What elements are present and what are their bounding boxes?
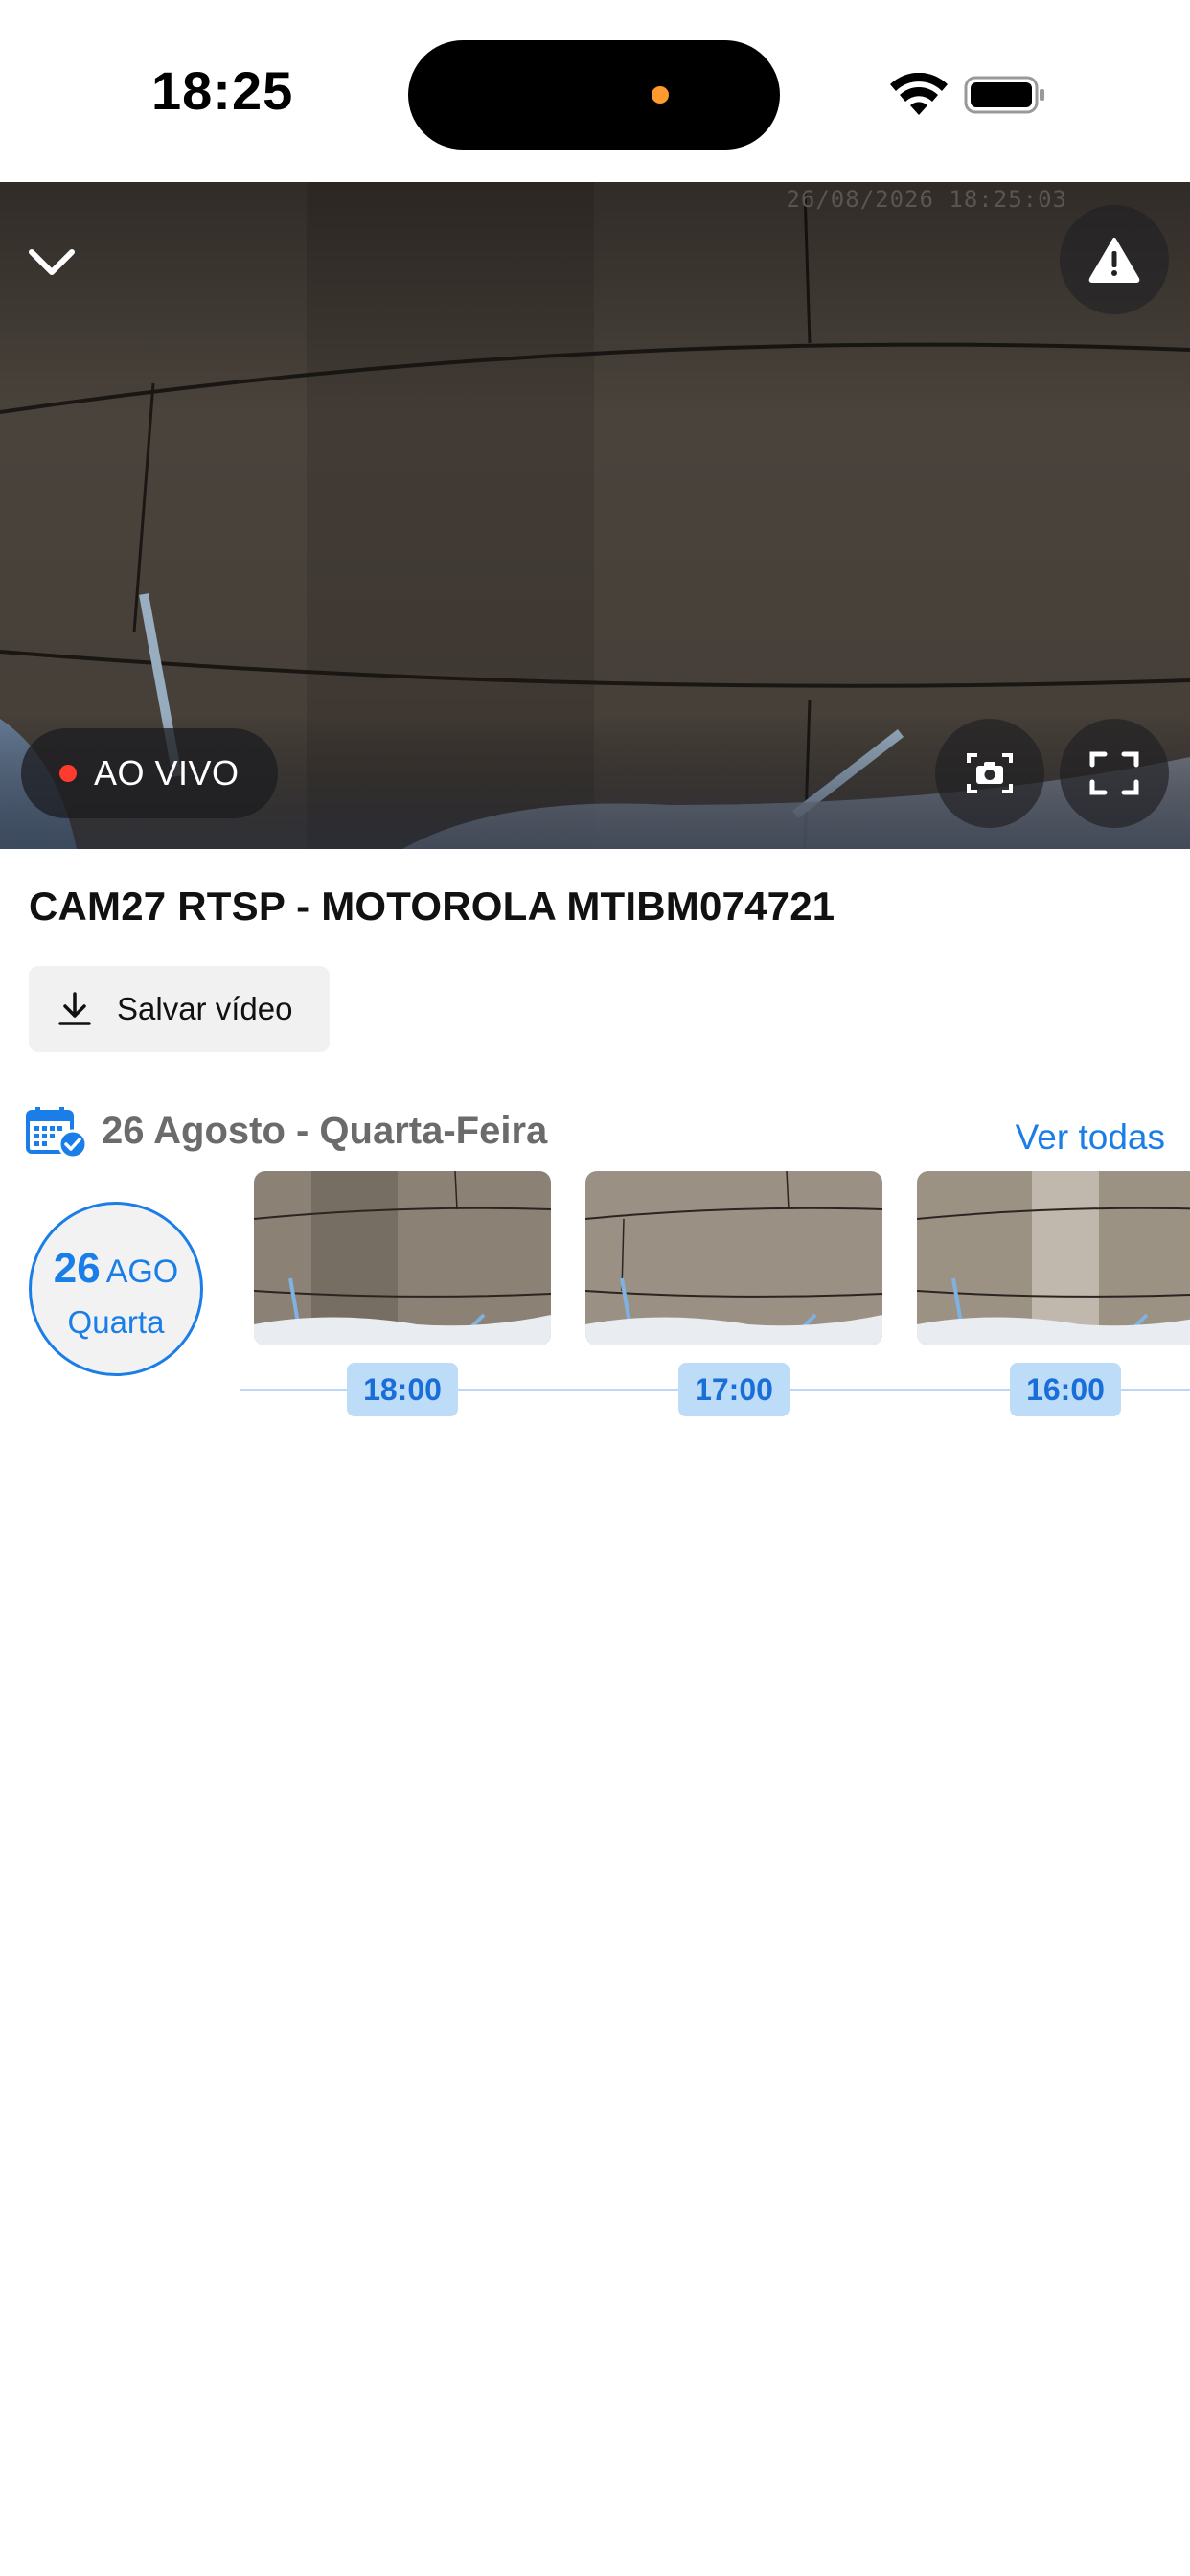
save-video-button[interactable]: Salvar vídeo: [29, 966, 330, 1052]
alert-button[interactable]: [1060, 205, 1169, 314]
calendar-check-icon: [26, 1107, 88, 1160]
recording-preview-image: [917, 1171, 1190, 1346]
camera-title: CAM27 RTSP - MOTOROLA MTIBM074721: [29, 884, 835, 929]
battery-icon: [964, 76, 1044, 114]
camera-indicator-dot: [652, 86, 669, 104]
time-chip[interactable]: 18:00: [347, 1363, 458, 1416]
status-time: 18:25: [151, 60, 294, 121]
dynamic-island: [408, 40, 780, 150]
camera-snapshot-icon: [967, 753, 1013, 794]
warning-icon: [1088, 238, 1140, 283]
fullscreen-icon: [1089, 751, 1139, 795]
recording-thumbnail[interactable]: [585, 1171, 882, 1346]
status-bar: 18:25: [0, 0, 1190, 182]
recording-thumbnail[interactable]: [917, 1171, 1190, 1346]
wifi-icon: [890, 73, 948, 115]
day-selector[interactable]: 26 AGO Quarta: [29, 1202, 203, 1376]
time-chip[interactable]: 16:00: [1010, 1363, 1121, 1416]
collapse-button[interactable]: [21, 232, 82, 293]
live-indicator: AO VIVO: [21, 728, 278, 818]
save-video-label: Salvar vídeo: [117, 991, 293, 1026]
recording-thumbnail[interactable]: [254, 1171, 551, 1346]
day-weekday: Quarta: [67, 1304, 165, 1340]
chevron-down-icon: [29, 249, 75, 275]
fullscreen-button[interactable]: [1060, 719, 1169, 828]
recordings-date-label: 26 Agosto - Quarta-Feira: [102, 1110, 548, 1152]
recordings-header: 26 Agosto - Quarta-Feira Ver todas: [25, 1104, 1165, 1162]
live-video-player[interactable]: 26/08/2026 18:25:03 AO VIVO: [0, 182, 1190, 849]
recording-preview-image: [585, 1171, 882, 1346]
day-month: AGO: [105, 1254, 179, 1290]
recording-preview-image: [254, 1171, 551, 1346]
live-dot-icon: [59, 765, 77, 782]
see-all-link[interactable]: Ver todas: [1016, 1117, 1165, 1158]
day-number: 26: [53, 1245, 101, 1292]
snapshot-button[interactable]: [935, 719, 1044, 828]
time-chip[interactable]: 17:00: [678, 1363, 790, 1416]
video-timestamp: 26/08/2026 18:25:03: [786, 186, 1067, 213]
download-icon: [58, 992, 91, 1025]
live-label: AO VIVO: [94, 753, 240, 793]
